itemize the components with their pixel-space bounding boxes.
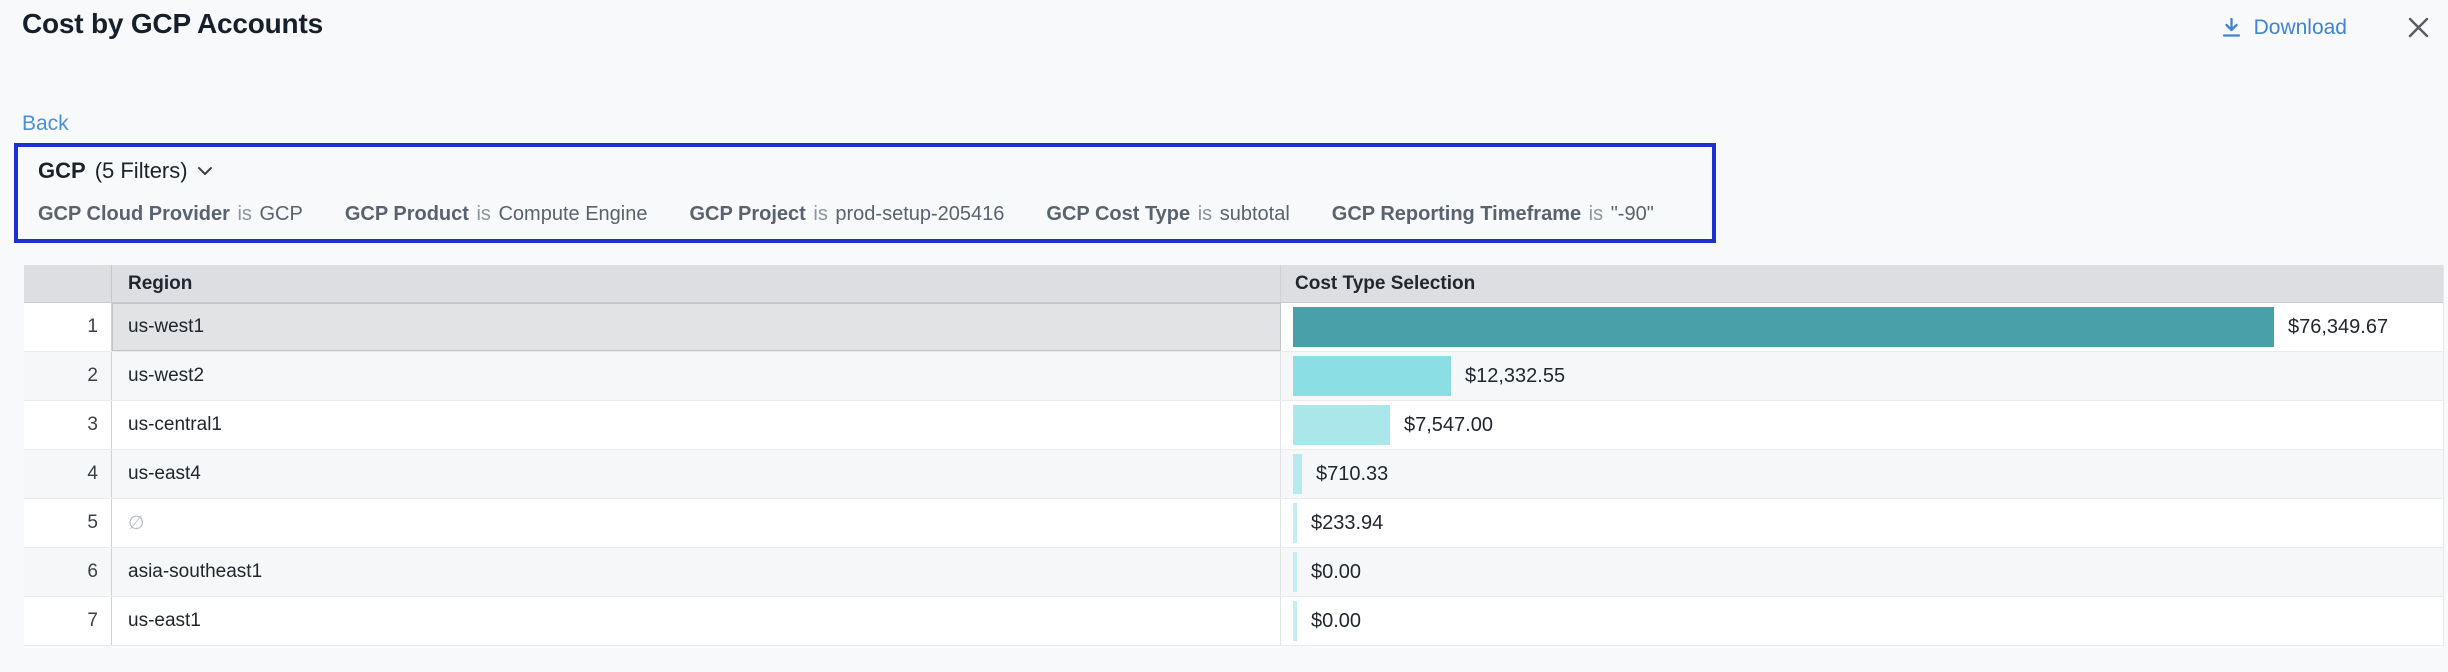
row-number-header — [24, 265, 112, 302]
filter-provider-name: GCP — [38, 158, 86, 184]
region-cell[interactable]: us-west1 — [112, 303, 1281, 351]
region-cell[interactable]: us-west2 — [112, 352, 1281, 400]
cost-cell[interactable]: $233.94 — [1281, 499, 2443, 547]
table-header-row: Region Cost Type Selection — [24, 265, 2443, 303]
cost-value: $0.00 — [1311, 610, 1361, 633]
cost-value: $76,349.67 — [2288, 316, 2388, 339]
filter-box: GCP (5 Filters) GCP Cloud Provider is GC… — [14, 143, 1716, 243]
row-number: 6 — [24, 548, 112, 596]
cost-bar — [1293, 503, 1297, 543]
row-number: 7 — [24, 597, 112, 645]
row-number: 2 — [24, 352, 112, 400]
region-cell[interactable]: ∅ — [112, 499, 1281, 547]
cost-value: $0.00 — [1311, 561, 1361, 584]
cost-report-panel: Cost by GCP Accounts Download Back — [0, 0, 2448, 672]
cost-value: $12,332.55 — [1465, 365, 1565, 388]
cost-table: Region Cost Type Selection 1 us-west1 $7… — [24, 265, 2444, 646]
table-row[interactable]: 2 us-west2 $12,332.55 — [24, 352, 2443, 401]
cost-cell[interactable]: $76,349.67 — [1281, 303, 2443, 351]
region-label: asia-southeast1 — [128, 561, 262, 583]
page-title: Cost by GCP Accounts — [22, 8, 323, 40]
cost-cell[interactable]: $0.00 — [1281, 597, 2443, 645]
close-button[interactable] — [2405, 14, 2432, 41]
header-actions: Download — [2219, 14, 2432, 41]
cost-value: $7,547.00 — [1404, 414, 1493, 437]
row-number: 1 — [24, 303, 112, 351]
cost-cell[interactable]: $7,547.00 — [1281, 401, 2443, 449]
download-button[interactable]: Download — [2219, 15, 2347, 40]
region-cell[interactable]: us-east1 — [112, 597, 1281, 645]
filter-chip-list: GCP Cloud Provider is GCP GCP Product is… — [38, 203, 1698, 226]
region-column-header[interactable]: Region — [112, 265, 1281, 302]
cost-bar — [1293, 454, 1302, 494]
region-label: ∅ — [128, 512, 145, 535]
filter-chip-reporting-timeframe[interactable]: GCP Reporting Timeframe is "-90" — [1332, 203, 1654, 226]
table-row[interactable]: 7 us-east1 $0.00 — [24, 597, 2443, 646]
region-label: us-east1 — [128, 610, 201, 632]
row-number: 5 — [24, 499, 112, 547]
cost-cell[interactable]: $0.00 — [1281, 548, 2443, 596]
region-cell[interactable]: us-east4 — [112, 450, 1281, 498]
row-number: 3 — [24, 401, 112, 449]
back-link[interactable]: Back — [22, 112, 69, 136]
cost-value: $233.94 — [1311, 512, 1383, 535]
table-body: 1 us-west1 $76,349.67 2 us-west2 $12,332… — [24, 303, 2443, 646]
cost-bar — [1293, 356, 1451, 396]
cost-cell[interactable]: $710.33 — [1281, 450, 2443, 498]
download-label: Download — [2254, 16, 2347, 40]
filter-chip-cloud-provider[interactable]: GCP Cloud Provider is GCP — [38, 203, 303, 226]
cost-cell[interactable]: $12,332.55 — [1281, 352, 2443, 400]
region-label: us-central1 — [128, 414, 222, 436]
close-icon — [2405, 14, 2432, 41]
table-row[interactable]: 5 ∅ $233.94 — [24, 499, 2443, 548]
region-label: us-west2 — [128, 365, 204, 387]
filter-chip-project[interactable]: GCP Project is prod-setup-205416 — [689, 203, 1004, 226]
cost-bar — [1293, 307, 2274, 347]
cost-bar — [1293, 405, 1390, 445]
region-cell[interactable]: us-central1 — [112, 401, 1281, 449]
table-row[interactable]: 3 us-central1 $7,547.00 — [24, 401, 2443, 450]
region-label: us-west1 — [128, 316, 204, 338]
table-row[interactable]: 4 us-east4 $710.33 — [24, 450, 2443, 499]
region-label: us-east4 — [128, 463, 201, 485]
chevron-down-icon — [197, 166, 213, 176]
cost-column-header[interactable]: Cost Type Selection — [1281, 265, 2443, 302]
filter-chip-product[interactable]: GCP Product is Compute Engine — [345, 203, 648, 226]
table-row[interactable]: 6 asia-southeast1 $0.00 — [24, 548, 2443, 597]
row-number: 4 — [24, 450, 112, 498]
filter-count: (5 Filters) — [95, 158, 188, 184]
table-row[interactable]: 1 us-west1 $76,349.67 — [24, 303, 2443, 352]
filter-summary-toggle[interactable]: GCP (5 Filters) — [38, 158, 213, 184]
download-icon — [2219, 15, 2244, 40]
filter-chip-cost-type[interactable]: GCP Cost Type is subtotal — [1046, 203, 1289, 226]
cost-bar — [1293, 601, 1297, 641]
region-cell[interactable]: asia-southeast1 — [112, 548, 1281, 596]
cost-value: $710.33 — [1316, 463, 1388, 486]
cost-bar — [1293, 552, 1297, 592]
